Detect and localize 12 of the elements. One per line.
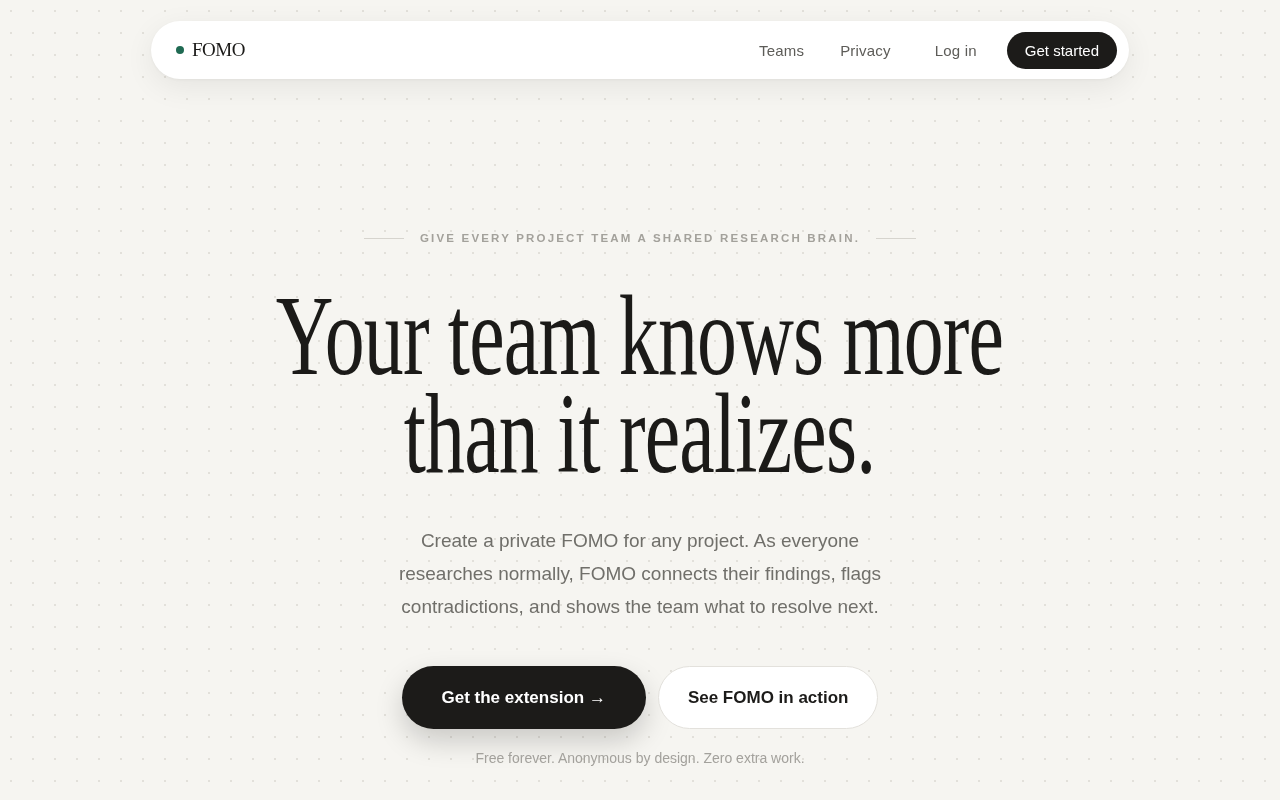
eyebrow-text: GIVE EVERY PROJECT TEAM A SHARED RESEARCH BRAIN. <box>419 231 861 245</box>
nav-link[interactable]: Teams <box>758 41 805 59</box>
get-started-button[interactable]: Get started <box>1006 31 1117 69</box>
logo-wordmark[interactable]: FOMO <box>192 39 245 61</box>
nav-link[interactable]: Log in <box>934 41 977 59</box>
primary-button[interactable]: Get the extension → <box>401 666 646 729</box>
hero-headline: Your team knows more than it realizes. <box>276 287 1004 483</box>
nav-link[interactable]: Privacy <box>840 41 891 59</box>
logo-dot-icon <box>176 46 184 54</box>
secondary-button[interactable]: See FOMO in action <box>657 666 879 729</box>
hero-description: Create a private FOMO for any project. As everyone researches normally, FOMO connects their findings, flags contradictions, and shows the team what to resolve next. <box>397 529 883 619</box>
hero-footnote: Free forever. Anonymous by design. Zero extra work. <box>475 749 805 767</box>
